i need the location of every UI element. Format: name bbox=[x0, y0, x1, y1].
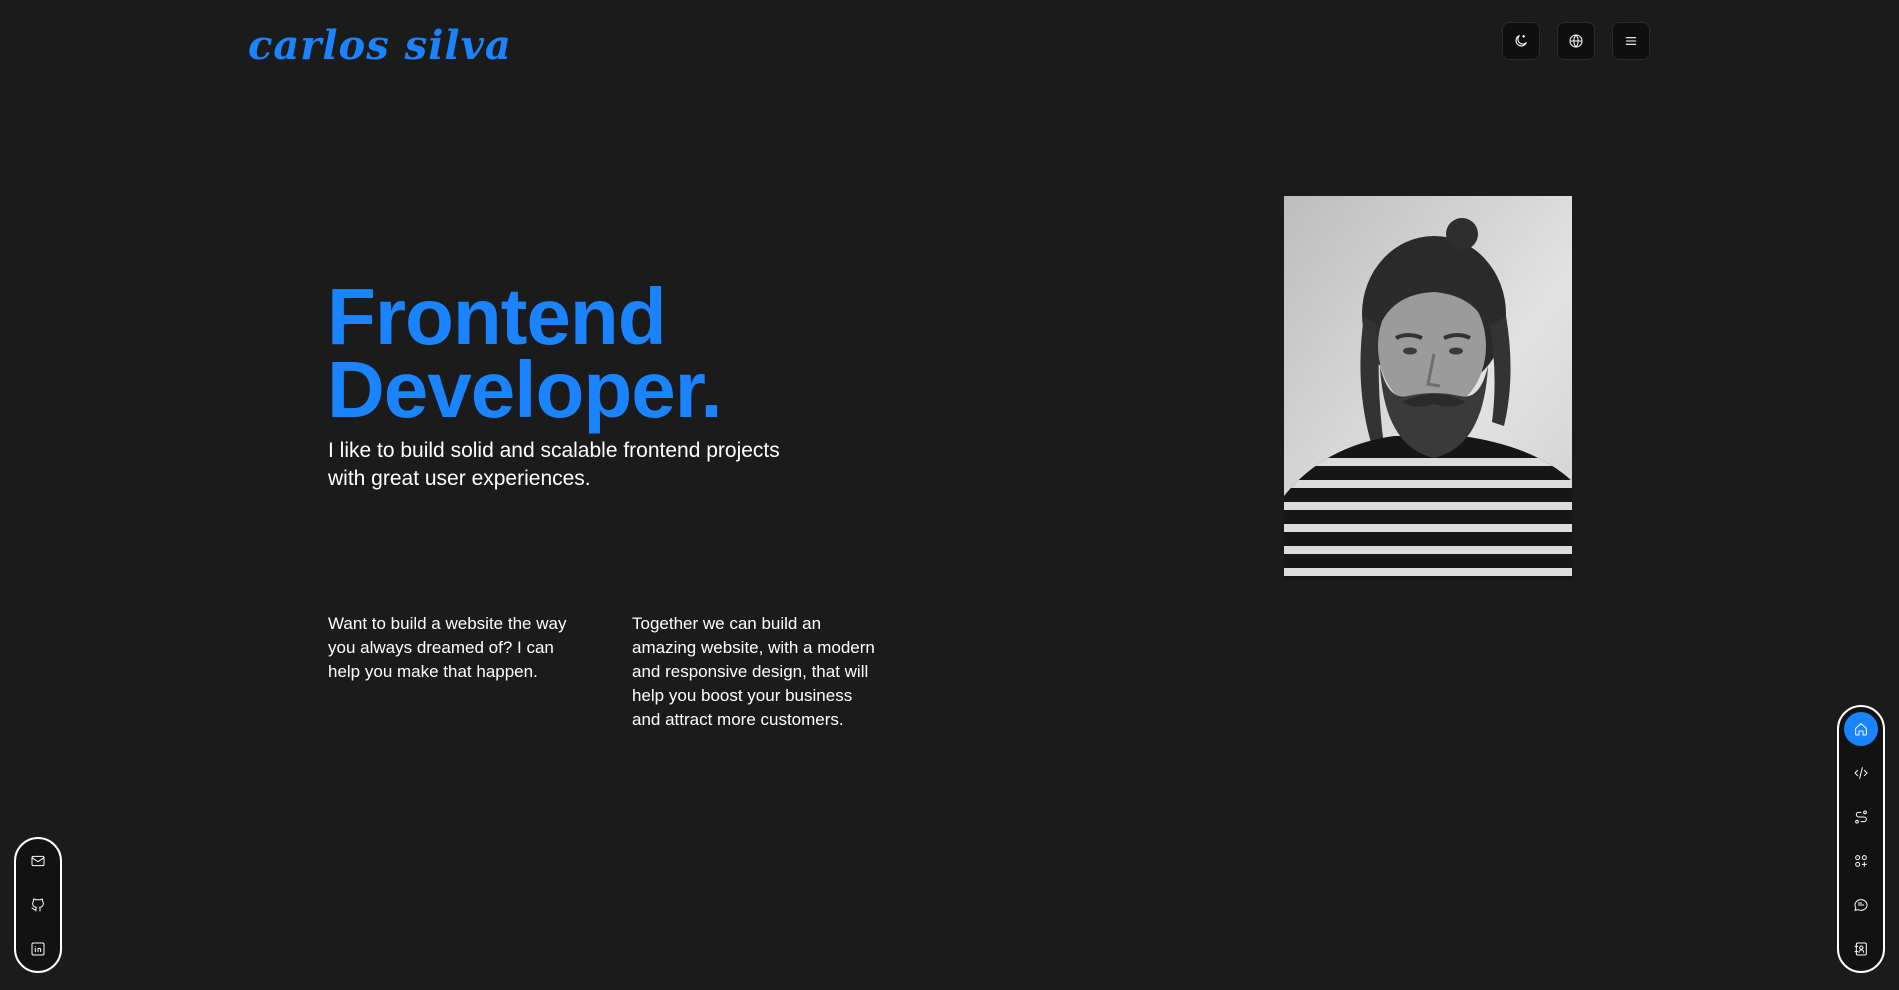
linkedin-link[interactable] bbox=[21, 932, 55, 966]
profile-photo-illustration bbox=[1284, 196, 1572, 580]
moon-icon bbox=[1515, 34, 1527, 47]
hero-title-line-2: Developer. bbox=[327, 345, 723, 434]
hero-title: Frontend Developer. bbox=[327, 272, 723, 434]
nav-contact[interactable] bbox=[1844, 932, 1878, 966]
nav-home[interactable] bbox=[1844, 712, 1878, 746]
apps-add-icon bbox=[1855, 855, 1867, 867]
menu-icon bbox=[1625, 37, 1637, 45]
theme-toggle-button[interactable] bbox=[1502, 22, 1540, 60]
email-link[interactable] bbox=[21, 844, 55, 878]
linkedin-icon bbox=[31, 942, 45, 956]
route-icon bbox=[1855, 810, 1867, 824]
header-actions bbox=[1502, 22, 1650, 60]
hero-subtitle: I like to build solid and scalable front… bbox=[328, 439, 780, 490]
nav-testimonials[interactable] bbox=[1844, 888, 1878, 922]
github-link[interactable] bbox=[21, 888, 55, 922]
mail-icon bbox=[31, 855, 45, 867]
pitch-paragraph-1: Want to build a website the way you alwa… bbox=[328, 614, 567, 681]
code-icon bbox=[1854, 767, 1868, 779]
language-button[interactable] bbox=[1557, 22, 1595, 60]
menu-button[interactable] bbox=[1612, 22, 1650, 60]
profile-photo bbox=[1284, 196, 1572, 580]
pitch-paragraph-2: Together we can build an amazing website… bbox=[632, 614, 875, 729]
social-links bbox=[14, 837, 62, 973]
nav-skills[interactable] bbox=[1844, 756, 1878, 790]
section-nav bbox=[1837, 705, 1885, 973]
github-icon bbox=[31, 898, 44, 912]
nav-experience[interactable] bbox=[1844, 800, 1878, 834]
nav-projects[interactable] bbox=[1844, 844, 1878, 878]
page: carlos silva Frontend Developer. I like … bbox=[0, 0, 1899, 990]
globe-icon bbox=[1569, 34, 1583, 48]
hero-title-line-1: Frontend bbox=[327, 272, 667, 361]
site-logo[interactable]: carlos silva bbox=[248, 16, 512, 76]
home-icon bbox=[1855, 723, 1867, 736]
contact-book-icon bbox=[1854, 942, 1867, 956]
message-icon bbox=[1854, 899, 1868, 911]
